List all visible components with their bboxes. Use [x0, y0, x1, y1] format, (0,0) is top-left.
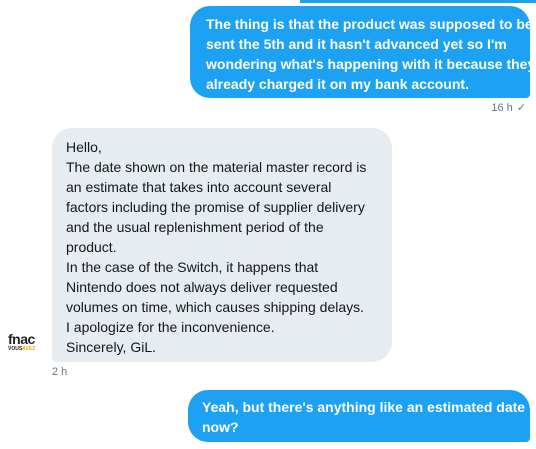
message-text-line: Nintendo does not always deliver request… — [66, 279, 338, 295]
message-text-line: factors including the promise of supplie… — [66, 199, 365, 215]
message-text-line: The date shown on the material master re… — [66, 159, 367, 175]
sender-avatar-logo[interactable]: fnac VOUSAVEZ — [8, 332, 44, 354]
timestamp-text: 2 h — [52, 366, 68, 378]
message-timestamp: 16 h ✓ — [491, 101, 526, 114]
outgoing-message-bubble[interactable]: The thing is that the product was suppos… — [190, 6, 536, 98]
message-text-line: In the case of the Switch, it happens th… — [66, 259, 319, 275]
avatar-tagline-prefix: VOUS — [8, 346, 23, 352]
previous-message-edge — [300, 0, 536, 3]
message-text-line: Sincerely, GiL. — [66, 339, 156, 355]
message-text-line: Yeah, but there's anything like an estim… — [202, 399, 526, 415]
message-text-line: an estimate that takes into account seve… — [66, 179, 332, 195]
message-text-line: The thing is that the product was suppos… — [206, 16, 533, 32]
message-text-line: volumes on time, which causes shipping d… — [66, 299, 365, 315]
timestamp-text: 16 h — [491, 102, 513, 114]
outgoing-message-bubble[interactable]: Yeah, but there's anything like an estim… — [188, 390, 530, 442]
message-text-line: product. — [66, 239, 117, 255]
message-text-line: wondering what's happening with it becau… — [206, 56, 536, 72]
avatar-tagline: VOUSAVEZ — [8, 347, 44, 352]
message-text-line: now? — [202, 419, 239, 435]
message-text-line: already charged it on my bank account. — [206, 76, 469, 92]
message-text-line: Hello, — [66, 139, 102, 155]
message-timestamp: 2 h — [52, 366, 67, 378]
message-text-line: I apologize for the inconvenience. — [66, 319, 275, 335]
incoming-message-bubble[interactable]: Hello, The date shown on the material ma… — [52, 128, 392, 362]
avatar-brand-text: fnac — [8, 331, 35, 347]
avatar-tagline-highlight: AVEZ — [22, 346, 36, 352]
read-check-icon: ✓ — [516, 102, 526, 114]
message-text-line: and the usual replenishment period of th… — [66, 219, 324, 235]
conversation-view: The thing is that the product was suppos… — [0, 0, 536, 449]
message-text-line: sent the 5th and it hasn't advanced yet … — [206, 36, 507, 52]
